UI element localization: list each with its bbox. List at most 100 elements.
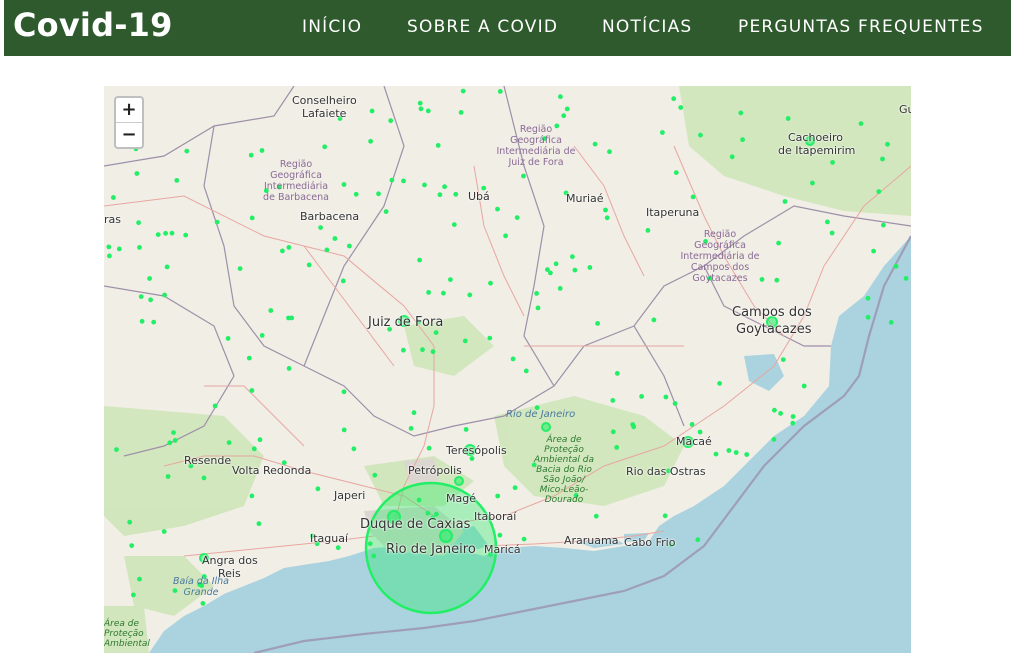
case-marker[interactable] <box>785 116 791 121</box>
case-marker[interactable] <box>458 110 464 115</box>
case-marker[interactable] <box>116 246 122 252</box>
case-marker[interactable] <box>690 194 696 200</box>
case-marker[interactable] <box>893 263 899 269</box>
case-marker[interactable] <box>200 601 206 606</box>
case-marker[interactable] <box>389 177 395 183</box>
case-marker[interactable] <box>286 315 291 321</box>
case-marker[interactable] <box>564 106 570 112</box>
case-marker[interactable] <box>603 207 608 213</box>
case-marker[interactable] <box>592 141 598 147</box>
case-marker[interactable] <box>740 137 745 143</box>
case-marker[interactable] <box>865 314 871 320</box>
case-marker[interactable] <box>495 206 500 212</box>
case-marker[interactable] <box>383 209 389 214</box>
nav-link-sobre-a-covid[interactable]: SOBRE A COVID <box>407 17 558 37</box>
case-marker[interactable] <box>663 394 669 400</box>
case-marker[interactable] <box>558 94 563 100</box>
case-marker[interactable] <box>268 308 274 313</box>
case-marker[interactable] <box>614 371 620 376</box>
case-marker[interactable] <box>442 184 447 190</box>
case-marker[interactable] <box>790 420 796 426</box>
case-marker[interactable] <box>435 143 441 148</box>
case-marker[interactable] <box>139 318 145 324</box>
case-marker[interactable] <box>593 513 599 519</box>
case-marker[interactable] <box>417 100 423 106</box>
case-marker[interactable] <box>698 132 703 138</box>
case-marker[interactable] <box>259 333 265 338</box>
case-marker[interactable] <box>332 236 338 241</box>
case-marker[interactable] <box>660 130 665 135</box>
case-marker[interactable] <box>137 245 142 250</box>
case-marker[interactable] <box>880 156 885 162</box>
case-marker[interactable] <box>259 148 265 153</box>
case-marker[interactable] <box>420 347 425 353</box>
case-marker[interactable] <box>106 244 112 250</box>
case-marker[interactable] <box>772 407 777 413</box>
case-marker[interactable] <box>744 452 750 457</box>
case-marker[interactable] <box>460 88 466 94</box>
case-marker[interactable] <box>673 170 679 175</box>
case-marker[interactable] <box>372 472 378 478</box>
case-marker[interactable] <box>678 105 684 110</box>
case-marker[interactable] <box>881 222 886 228</box>
case-marker[interactable] <box>810 180 815 186</box>
case-marker[interactable] <box>165 474 171 479</box>
case-marker[interactable] <box>790 414 796 419</box>
case-marker[interactable] <box>441 290 446 296</box>
case-marker[interactable] <box>248 152 254 158</box>
case-marker[interactable] <box>523 368 529 374</box>
case-marker[interactable] <box>256 521 262 527</box>
case-marker[interactable] <box>534 291 539 296</box>
case-marker[interactable] <box>134 171 140 176</box>
case-marker[interactable] <box>888 320 894 325</box>
case-marker[interactable] <box>249 388 255 393</box>
case-marker[interactable] <box>776 240 781 246</box>
case-marker[interactable] <box>503 233 508 239</box>
case-marker[interactable] <box>237 266 243 271</box>
case-marker[interactable] <box>324 247 330 253</box>
case-marker[interactable] <box>163 230 168 236</box>
case-marker[interactable] <box>401 178 406 184</box>
case-marker[interactable] <box>226 440 232 445</box>
case-marker[interactable] <box>347 243 352 249</box>
case-marker[interactable] <box>671 96 677 102</box>
case-marker[interactable] <box>151 319 157 325</box>
case-marker[interactable] <box>138 294 144 299</box>
case-marker[interactable] <box>467 292 473 298</box>
case-marker[interactable] <box>286 366 292 371</box>
case-marker[interactable] <box>368 138 373 144</box>
case-marker[interactable] <box>212 403 218 409</box>
case-marker[interactable] <box>488 280 493 286</box>
case-marker[interactable] <box>595 321 600 326</box>
case-marker[interactable] <box>162 292 167 298</box>
case-marker[interactable] <box>164 264 170 270</box>
case-marker[interactable] <box>417 257 422 263</box>
case-marker[interactable] <box>717 381 722 386</box>
case-marker[interactable] <box>726 448 732 453</box>
case-marker[interactable] <box>497 89 503 94</box>
case-marker[interactable] <box>610 429 616 435</box>
case-marker[interactable] <box>497 532 503 538</box>
case-marker[interactable] <box>225 336 231 341</box>
case-marker[interactable] <box>257 437 263 443</box>
case-marker[interactable] <box>341 427 347 433</box>
case-marker[interactable] <box>411 410 417 416</box>
case-marker[interactable] <box>903 276 909 281</box>
case-marker[interactable] <box>462 338 468 344</box>
case-marker[interactable] <box>161 529 167 534</box>
case-marker[interactable] <box>341 389 347 395</box>
case-marker[interactable] <box>408 426 414 431</box>
case-marker[interactable] <box>778 411 783 416</box>
case-marker[interactable] <box>865 295 871 301</box>
case-marker[interactable] <box>521 173 526 179</box>
case-marker[interactable] <box>335 545 341 551</box>
case-marker[interactable] <box>340 278 346 284</box>
case-marker[interactable] <box>167 440 173 446</box>
case-marker[interactable] <box>430 349 436 355</box>
case-marker[interactable] <box>137 576 142 582</box>
case-marker[interactable] <box>246 355 252 361</box>
case-marker[interactable] <box>535 305 541 311</box>
case-marker[interactable] <box>570 254 575 260</box>
case-marker[interactable] <box>604 215 610 221</box>
case-marker[interactable] <box>249 215 255 221</box>
